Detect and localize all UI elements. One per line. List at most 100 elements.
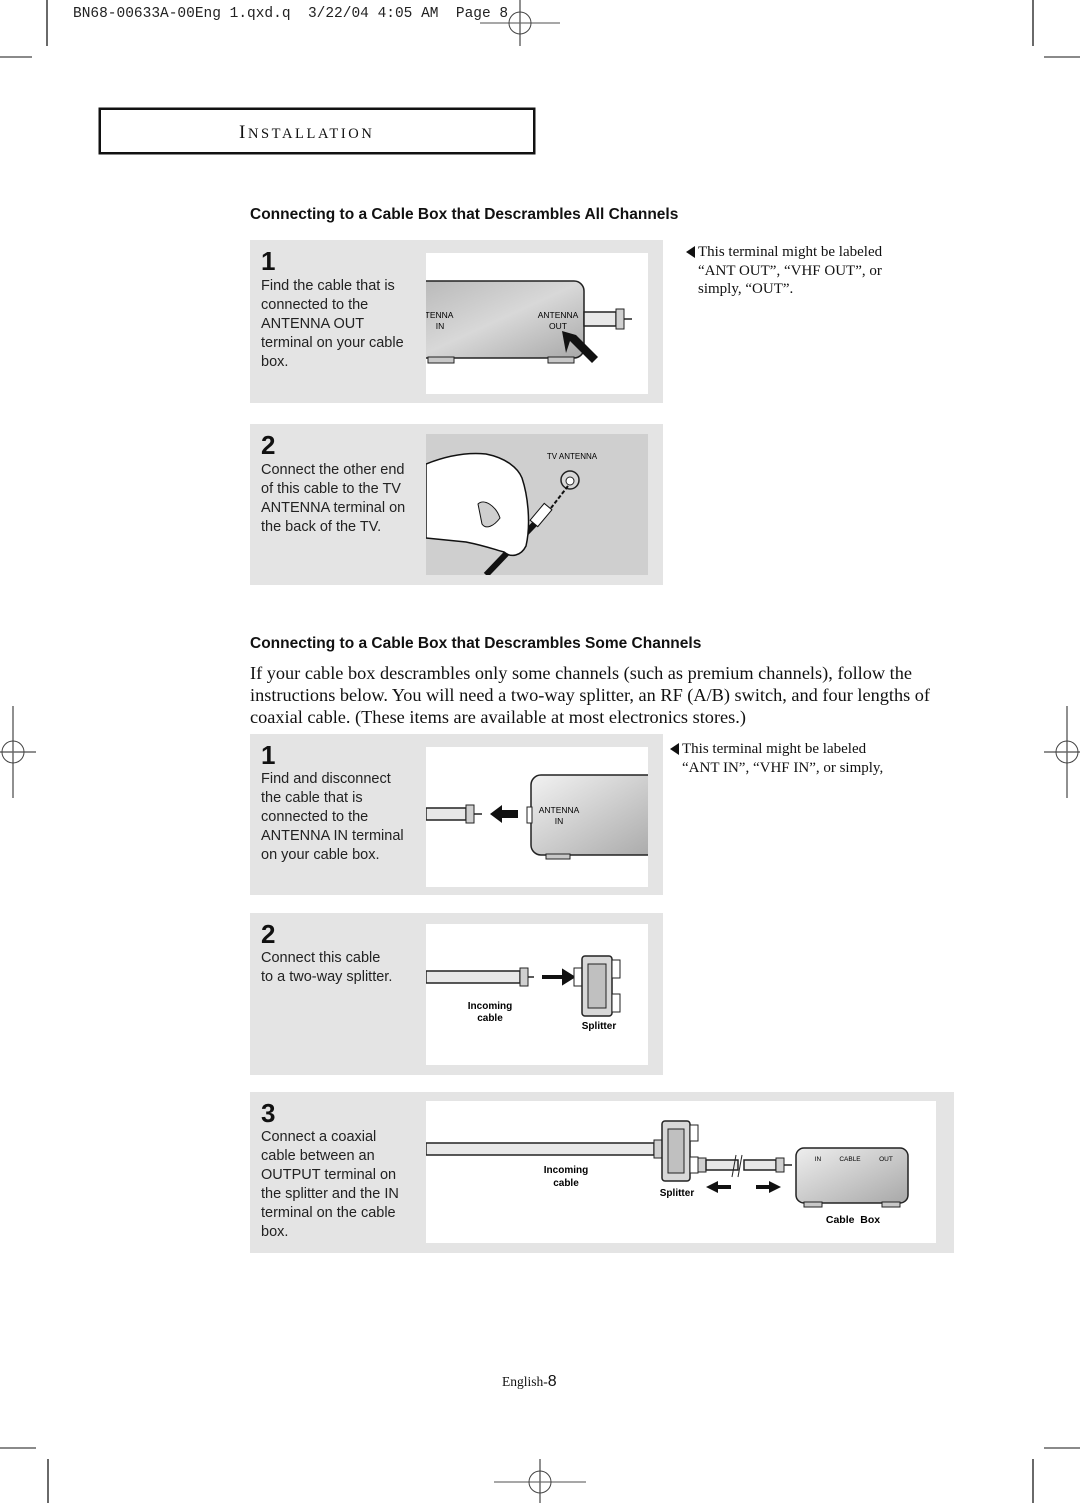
step-line: of this cable to the TV — [261, 481, 401, 497]
hand-icon — [426, 452, 530, 557]
crop-mark — [47, 1459, 49, 1503]
label-cable: cable — [477, 1013, 503, 1024]
step-panel-some-2: 2 Connect this cable to a two-way splitt… — [250, 913, 663, 1075]
label-tv-antenna: TV ANTENNA — [547, 452, 598, 461]
step-instructions: Connect the other end of this cable to t… — [261, 461, 405, 537]
step-line: cable between an — [261, 1148, 375, 1164]
label-cable-box: Cable Box — [826, 1214, 880, 1226]
note-line: simply, “OUT”. — [698, 281, 794, 297]
label-box-in: IN — [815, 1156, 822, 1163]
label-splitter: Splitter — [582, 1021, 617, 1032]
label-antenna-in-2: IN — [436, 321, 445, 331]
step-line: ANTENNA IN terminal — [261, 828, 404, 844]
step-line: terminal on your cable — [261, 335, 404, 351]
crop-mark — [46, 0, 48, 46]
section-title-rest: NSTALLATION — [247, 126, 375, 142]
note-line: “ANT OUT”, “VHF OUT”, or — [698, 262, 882, 279]
label-box-out: OUT — [879, 1156, 893, 1163]
step-number: 2 — [261, 430, 276, 460]
pointer-triangle-icon — [670, 743, 679, 755]
step-number: 3 — [261, 1098, 276, 1128]
splitter-cable-box-diagram: IN CABLE OUT Incoming cable Splitter Cab… — [426, 1120, 909, 1226]
cable-box-foot — [427, 356, 455, 364]
step-instructions: Find and disconnect the cable that is co… — [261, 770, 404, 865]
label-splitter: Splitter — [660, 1188, 695, 1199]
slug-date: 3/22/04 — [307, 6, 369, 22]
registration-mark-top — [480, 0, 560, 46]
label-in: IN — [555, 816, 564, 826]
step-line: the cable that is — [261, 790, 363, 806]
footer-language: English- — [502, 1374, 548, 1389]
crop-mark — [0, 1447, 36, 1449]
coax-cable — [426, 807, 467, 821]
label-antenna-out-2: OUT — [549, 321, 567, 331]
splitter-diagram: Incoming cable Splitter — [426, 955, 621, 1032]
label-antenna-out: ANTENNA — [538, 310, 579, 320]
section-header: INSTALLATION — [99, 108, 535, 154]
intro-paragraph: If your cable box descrambles only some … — [250, 663, 930, 727]
crop-mark — [1032, 1459, 1034, 1503]
crop-mark — [1044, 1447, 1080, 1449]
coax-cable-segment — [743, 1159, 777, 1171]
cable-box-body — [530, 774, 648, 856]
label-antenna-in: NTENNA — [426, 310, 454, 320]
step-line: ANTENNA OUT — [261, 316, 365, 332]
note-line: This terminal might be labeled — [698, 244, 883, 260]
step-line: Connect this cable — [261, 950, 381, 966]
printer-slug: BN68-00633A-00Eng 1.qxd.q 3/22/04 4:05 A… — [73, 6, 508, 22]
section-title-initial: I — [239, 122, 248, 143]
step-instructions: Find the cable that is connected to the … — [261, 277, 404, 372]
coax-connector — [465, 804, 475, 824]
heading-some-channels: Connecting to a Cable Box that Descrambl… — [250, 635, 702, 652]
step-instructions: Connect this cable to a two-way splitter… — [261, 949, 392, 987]
arrow-right-icon — [756, 1181, 781, 1193]
page-footer: English-8 — [502, 1373, 557, 1391]
step-instructions: Connect a coaxial cable between an OUTPU… — [261, 1128, 399, 1242]
step-line: Connect the other end — [261, 462, 405, 478]
arrow-left-icon — [706, 1181, 731, 1193]
note-some-channels: This terminal might be labeled “ANT IN”,… — [670, 740, 884, 777]
illustration-connect-splitter: Incoming cable Splitter — [426, 924, 648, 1065]
arrow-left-icon — [490, 805, 518, 823]
cable-box-diagram: NTENNA IN ANTENNA OUT — [426, 280, 632, 364]
step-line: the splitter and the IN — [261, 1186, 399, 1202]
pointer-triangle-icon — [686, 246, 695, 258]
step-line: box. — [261, 1224, 289, 1240]
step-line: ANTENNA terminal on — [261, 500, 406, 516]
label-cable: cable — [553, 1178, 579, 1189]
step-line: Find the cable that is — [261, 278, 395, 294]
note-line: “ANT IN”, “VHF IN”, or simply, — [682, 759, 884, 776]
step-panel-all-2: 2 Connect the other end of this cable to… — [250, 424, 663, 585]
coax-cable — [583, 311, 617, 327]
registration-mark-right — [1044, 706, 1080, 798]
crop-mark — [0, 56, 32, 58]
step-number: 1 — [261, 246, 276, 276]
step-number: 1 — [261, 740, 276, 770]
step-line: connected to the — [261, 809, 369, 825]
illustration-cable-box-antenna-out: NTENNA IN ANTENNA OUT — [426, 253, 648, 394]
step-line: the back of the TV. — [261, 519, 382, 535]
step-line: OUTPUT terminal on — [261, 1167, 397, 1183]
antenna-in-terminal — [526, 806, 533, 824]
step-panel-some-1: 1 Find and disconnect the cable that is … — [250, 734, 663, 895]
slug-filename: BN68-00633A-00Eng 1.qxd.q — [73, 6, 291, 22]
disconnect-cable-diagram: ANTENNA IN — [426, 774, 648, 860]
illustration-splitter-to-cable-box: IN CABLE OUT Incoming cable Splitter Cab… — [426, 1101, 936, 1243]
step-number: 2 — [261, 919, 276, 949]
step-line: Connect a coaxial — [261, 1129, 377, 1145]
step-line: connected to the — [261, 297, 369, 313]
registration-mark-bottom — [494, 1459, 586, 1503]
step-line: on your cable box. — [261, 847, 380, 863]
cable-box-foot — [547, 356, 575, 364]
registration-mark-left — [0, 706, 36, 798]
slug-time: 4:05 AM — [377, 6, 439, 22]
step-panel-all-1: 1 Find the cable that is connected to th… — [250, 240, 663, 403]
label-incoming: Incoming — [544, 1165, 588, 1176]
step-line: to a two-way splitter. — [261, 969, 393, 985]
step-line: Find and disconnect — [261, 771, 391, 787]
note-all-channels: This terminal might be labeled “ANT OUT”… — [686, 243, 883, 299]
illustration-tv-antenna-connect: TV ANTENNA — [426, 434, 648, 575]
note-line: This terminal might be labeled — [682, 741, 867, 757]
incoming-cable — [426, 970, 521, 984]
illustration-disconnect-antenna-in: ANTENNA IN — [426, 747, 648, 887]
